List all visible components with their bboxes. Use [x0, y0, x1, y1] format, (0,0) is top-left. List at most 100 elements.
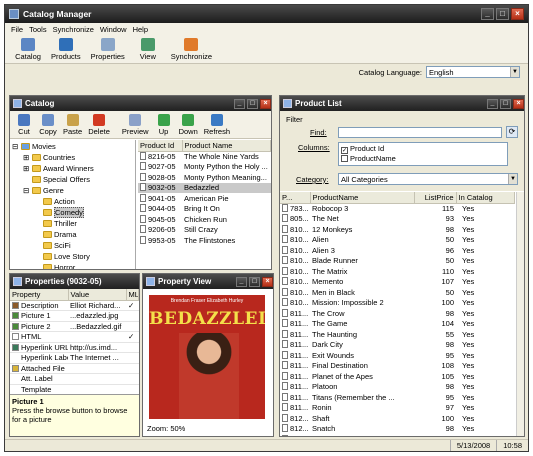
- product-row[interactable]: 810... Memento 107 Yes: [280, 277, 515, 288]
- property-value-cell[interactable]: ...edazzled.jpg: [68, 311, 126, 322]
- table-row[interactable]: 9032-05 Bedazzled: [138, 182, 271, 193]
- tree-node[interactable]: ⊟ Movies: [12, 141, 133, 152]
- property-row[interactable]: Picture 2 ...Bedazzled.gif: [10, 321, 139, 332]
- table-row[interactable]: 8216-05 The Whole Nine Yards: [138, 151, 271, 162]
- tree-node[interactable]: Special Offers: [12, 174, 133, 185]
- table-row[interactable]: 9045-05 Chicken Run: [138, 214, 271, 225]
- checkbox[interactable]: [341, 155, 348, 162]
- product-row[interactable]: 811... Platoon 98 Yes: [280, 382, 515, 393]
- table-row[interactable]: 9028-05 Monty Python Meaning...: [138, 172, 271, 183]
- tree-node[interactable]: Drama: [12, 229, 133, 240]
- menu-window[interactable]: Window: [97, 25, 130, 34]
- view-close-button[interactable]: ×: [262, 276, 273, 287]
- product-row[interactable]: 810... Alien 3 96 Yes: [280, 245, 515, 256]
- property-value-cell[interactable]: [68, 384, 126, 395]
- minimize-button[interactable]: _: [481, 8, 494, 20]
- columns-checklist[interactable]: ✓ Product Id ProductName: [338, 142, 508, 166]
- tree-node[interactable]: Action: [12, 196, 133, 207]
- product-row[interactable]: 812...The Art of War104Yes: [280, 434, 515, 436]
- column-product-name[interactable]: ProductName: [310, 192, 415, 204]
- table-row[interactable]: 9206-05 Still Crazy: [138, 225, 271, 236]
- property-row[interactable]: Attached File: [10, 363, 139, 374]
- delete-button[interactable]: Delete: [85, 114, 113, 138]
- toolbar-synchronize-button[interactable]: Synchronize: [167, 38, 216, 63]
- table-row[interactable]: 9044-05 Bring It On: [138, 204, 271, 215]
- column-property[interactable]: Property: [10, 289, 69, 301]
- property-row[interactable]: Template: [10, 384, 139, 395]
- product-row[interactable]: 811... The Game 104 Yes: [280, 319, 515, 330]
- list-close-button[interactable]: ×: [513, 98, 524, 109]
- tree-node[interactable]: Comedy: [12, 207, 133, 218]
- collapse-icon[interactable]: ⊟: [23, 185, 32, 196]
- paste-button[interactable]: Paste: [60, 114, 85, 138]
- refresh-button[interactable]: Refresh: [201, 114, 233, 138]
- product-row[interactable]: 811... Ronin 97 Yes: [280, 403, 515, 414]
- product-row[interactable]: 811... Final Destination 108 Yes: [280, 361, 515, 372]
- column-option[interactable]: ProductName: [341, 154, 505, 163]
- toolbar-view-button[interactable]: View: [131, 38, 165, 63]
- view-minimize-button[interactable]: _: [236, 276, 247, 287]
- property-value-cell[interactable]: Elliot Richard...: [68, 300, 126, 311]
- property-row[interactable]: Picture 1 ...edazzled.jpg: [10, 311, 139, 322]
- column-list-price[interactable]: ListPrice: [414, 192, 457, 204]
- refresh-filter-icon[interactable]: ⟳: [506, 126, 518, 138]
- toolbar-products-button[interactable]: Products: [47, 38, 85, 63]
- column-product-id[interactable]: P...: [280, 192, 311, 204]
- list-maximize-button[interactable]: □: [500, 98, 511, 109]
- product-row[interactable]: 811... Planet of the Apes 105 Yes: [280, 371, 515, 382]
- product-row[interactable]: 810... Men in Black 50 Yes: [280, 287, 515, 298]
- product-row[interactable]: 805... The Net 93 Yes: [280, 214, 515, 225]
- catalog-close-button[interactable]: ×: [260, 98, 271, 109]
- menu-file[interactable]: File: [8, 25, 26, 34]
- tree-node[interactable]: ⊟ Genre: [12, 185, 133, 196]
- product-row[interactable]: 811... Exit Wounds 95 Yes: [280, 350, 515, 361]
- column-product-id[interactable]: Product Id: [138, 140, 183, 152]
- column-value[interactable]: Value: [68, 289, 127, 301]
- tree-node[interactable]: Love Story: [12, 251, 133, 262]
- list-minimize-button[interactable]: _: [487, 98, 498, 109]
- product-row[interactable]: 811... Dark City 98 Yes: [280, 340, 515, 351]
- toolbar-properties-button[interactable]: Properties: [87, 38, 129, 63]
- product-row[interactable]: 811... Titans (Remember the ... 95 Yes: [280, 392, 515, 403]
- catalog-minimize-button[interactable]: _: [234, 98, 245, 109]
- view-maximize-button[interactable]: □: [249, 276, 260, 287]
- expand-icon[interactable]: ⊞: [23, 152, 32, 163]
- table-row[interactable]: 9953-05 The Flintstones: [138, 235, 271, 246]
- property-value-cell[interactable]: The Internet ...: [68, 353, 126, 364]
- product-row[interactable]: 810... Mission: Impossible 2 100 Yes: [280, 298, 515, 309]
- product-list-scrollbar[interactable]: [516, 192, 524, 436]
- property-value-cell[interactable]: [68, 363, 126, 374]
- copy-button[interactable]: Copy: [36, 114, 60, 138]
- product-row[interactable]: 810... The Matrix 110 Yes: [280, 266, 515, 277]
- tree-node[interactable]: ⊞ Award Winners: [12, 163, 133, 174]
- property-row[interactable]: Hyperlink Label The Internet ...: [10, 353, 139, 364]
- down-button[interactable]: Down: [176, 114, 201, 138]
- tree-node[interactable]: Horror: [12, 262, 133, 269]
- column-in-catalog[interactable]: In Catalog: [456, 192, 515, 204]
- column-ml[interactable]: ML: [126, 289, 139, 301]
- product-row[interactable]: 812... Shaft 100 Yes: [280, 413, 515, 424]
- column-option[interactable]: ✓ Product Id: [341, 144, 505, 154]
- column-product-name[interactable]: Product Name: [182, 140, 271, 152]
- product-row[interactable]: 811... The Haunting 55 Yes: [280, 329, 515, 340]
- property-row[interactable]: HTML ✓: [10, 332, 139, 342]
- product-row[interactable]: 783... Robocop 3 115 Yes: [280, 203, 515, 214]
- tree-node[interactable]: ⊞ Countries: [12, 152, 133, 163]
- property-row[interactable]: Att. Label: [10, 374, 139, 385]
- table-row[interactable]: 9027-05 Monty Python the Holy ...: [138, 162, 271, 173]
- property-row[interactable]: Hyperlink URL http://us.imd...: [10, 342, 139, 353]
- product-row[interactable]: 810... 12 Monkeys 98 Yes: [280, 224, 515, 235]
- checkbox[interactable]: ✓: [341, 147, 348, 154]
- toolbar-catalog-button[interactable]: Catalog: [11, 38, 45, 63]
- expand-icon[interactable]: ⊞: [23, 163, 32, 174]
- tree-node[interactable]: SciFi: [12, 240, 133, 251]
- property-value-cell[interactable]: [68, 374, 126, 385]
- table-row[interactable]: 9041-05 American Pie: [138, 193, 271, 204]
- up-button[interactable]: Up: [152, 114, 176, 138]
- product-row[interactable]: 810... Alien 50 Yes: [280, 235, 515, 246]
- collapse-icon[interactable]: ⊟: [12, 141, 21, 152]
- catalog-maximize-button[interactable]: □: [247, 98, 258, 109]
- preview-button[interactable]: Preview: [119, 114, 152, 138]
- product-row[interactable]: 810... Blade Runner 50 Yes: [280, 256, 515, 267]
- close-button[interactable]: ×: [511, 8, 524, 20]
